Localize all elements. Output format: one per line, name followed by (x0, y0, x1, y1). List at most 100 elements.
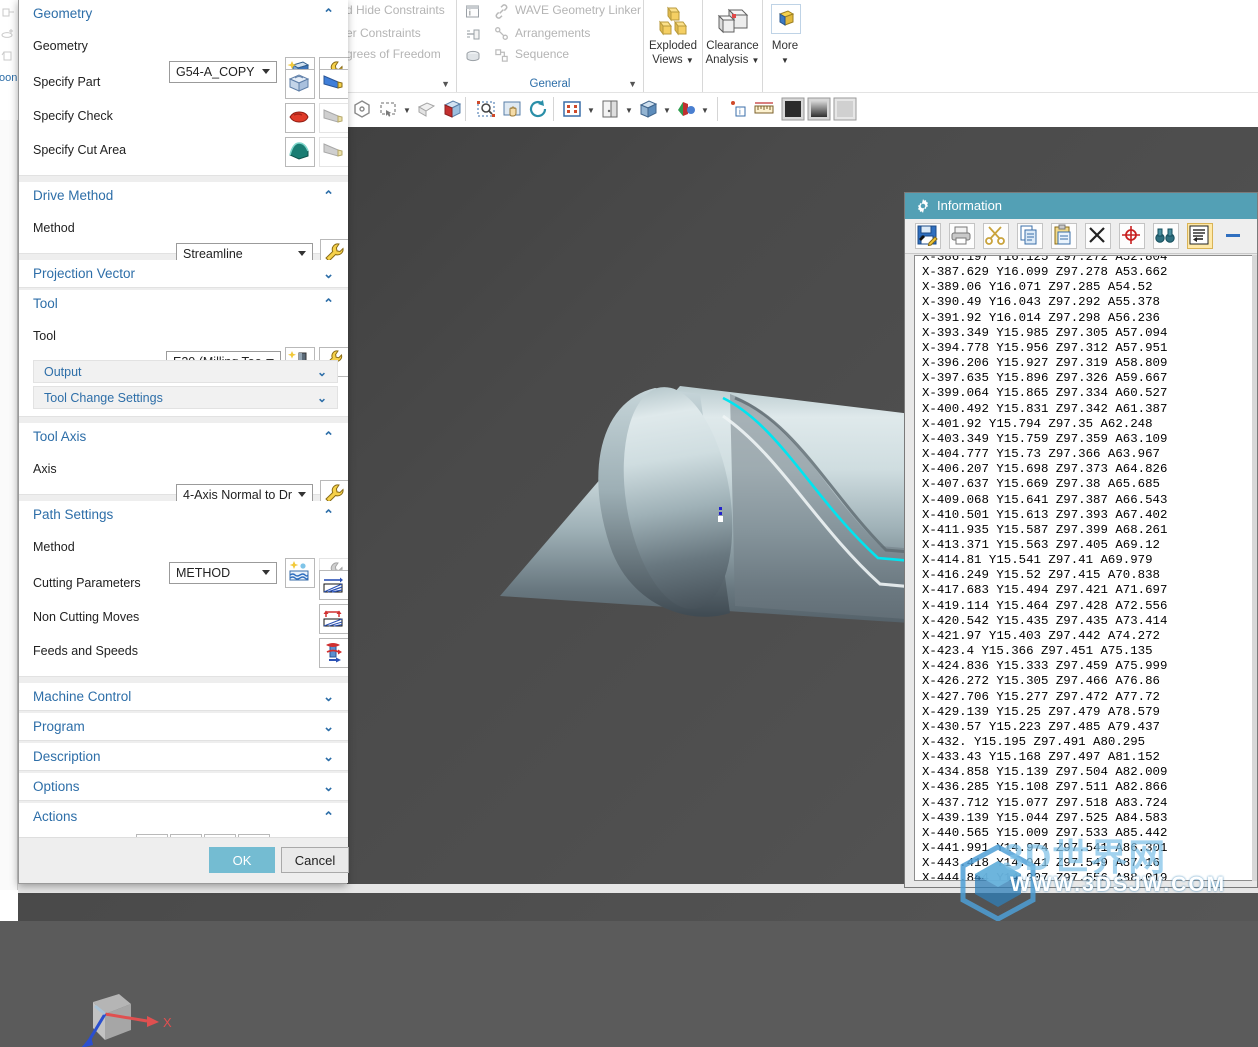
mill-operation-dialog[interactable]: Geometry ⌃ Geometry G54-A_COPY Specify P… (18, 0, 349, 884)
constraint-icon-3[interactable] (1, 49, 15, 63)
chevron-up-icon[interactable]: ⌃ (323, 803, 334, 830)
chevron-down-icon[interactable]: ⌄ (323, 713, 334, 740)
copy-button[interactable] (1017, 223, 1043, 249)
section-description[interactable]: Description ⌄ (19, 743, 348, 771)
background-light-icon[interactable] (833, 97, 857, 121)
chevron-up-icon[interactable]: ⌃ (323, 182, 334, 209)
row-cutting-parameters[interactable]: Cutting Parameters (19, 568, 348, 602)
view-toolbar[interactable]: ▼ ▼ ▼ ▼ ▼ i (345, 92, 1258, 127)
find-button[interactable] (1153, 223, 1179, 249)
measure-icon[interactable] (753, 98, 775, 120)
orient-dropdown-caret[interactable]: ▼ (625, 106, 633, 115)
chevron-down-icon[interactable] (298, 251, 306, 256)
section-header-geometry[interactable]: Geometry ⌃ (19, 0, 348, 27)
info-point-icon[interactable]: i (727, 98, 749, 120)
clearance-analysis-button[interactable]: Clearance Analysis ▼ (703, 0, 763, 92)
chevron-up-icon[interactable]: ⌃ (323, 423, 334, 450)
row-specify-cut-area[interactable]: Specify Cut Area (19, 135, 348, 169)
section-program[interactable]: Program ⌄ (19, 713, 348, 741)
paste-button[interactable] (1051, 223, 1077, 249)
chevron-down-icon[interactable]: ⌄ (317, 361, 327, 384)
chevron-down-icon[interactable]: ⌄ (317, 387, 327, 410)
ribbon-tab-clipped-label[interactable]: oon (0, 72, 17, 84)
visual-style-icon[interactable] (675, 98, 697, 120)
section-header-machine-control[interactable]: Machine Control ⌄ (19, 683, 348, 710)
constraint-icon-2[interactable] (1, 27, 15, 41)
row-tool[interactable]: Tool E20 (Milling Too (19, 317, 348, 377)
cancel-button[interactable]: Cancel (281, 847, 349, 873)
row-specify-part[interactable]: Specify Part (19, 67, 348, 101)
ribbon-item-hide-constraints[interactable]: d Hide Constraints (346, 3, 445, 17)
dialog-scroll-area[interactable]: Geometry ⌃ Geometry G54-A_COPY Specify P… (19, 0, 348, 838)
shade-dropdown-caret[interactable]: ▼ (663, 106, 671, 115)
section-actions[interactable]: Actions ⌃ 5 5 (19, 803, 348, 838)
chevron-down-icon[interactable]: ⌄ (323, 743, 334, 770)
constraint-icon-1[interactable] (1, 5, 15, 19)
section-header-path-settings[interactable]: Path Settings ⌃ (19, 501, 348, 528)
section-tool-axis[interactable]: Tool Axis ⌃ Axis 4-Axis Normal to Dr (19, 423, 348, 510)
row-specify-check[interactable]: Specify Check (19, 101, 348, 135)
section-header-tool-axis[interactable]: Tool Axis ⌃ (19, 423, 348, 450)
section-drive-method[interactable]: Drive Method ⌃ Method Streamline (19, 182, 348, 269)
chevron-up-icon[interactable]: ⌃ (323, 290, 334, 317)
chevron-up-icon[interactable]: ⌃ (323, 0, 334, 27)
row-non-cutting-moves[interactable]: Non Cutting Moves (19, 602, 348, 636)
section-tool[interactable]: Tool ⌃ Tool E20 (Milling Too (19, 290, 348, 417)
background-gradient-icon[interactable] (807, 97, 831, 121)
specify-check-button[interactable] (285, 103, 315, 133)
pan-icon[interactable] (501, 98, 523, 120)
section-header-drive-method[interactable]: Drive Method ⌃ (19, 182, 348, 209)
render-cube-icon[interactable] (441, 98, 463, 120)
ribbon-group-constraints[interactable]: d Hide Constraints er Constraints grees … (345, 0, 457, 92)
ok-button[interactable]: OK (209, 847, 275, 873)
fit-view-icon[interactable] (561, 98, 583, 120)
section-path-settings[interactable]: Path Settings ⌃ Method METHOD Cutting Pa… (19, 501, 348, 677)
background-dark-icon[interactable] (781, 97, 805, 121)
link-node-icon[interactable] (465, 26, 481, 42)
save-button[interactable] (915, 223, 941, 249)
shaded-cube-icon[interactable] (637, 98, 659, 120)
target-button[interactable] (1119, 223, 1145, 249)
print-button[interactable] (949, 223, 975, 249)
section-header-tool[interactable]: Tool ⌃ (19, 290, 348, 317)
specify-part-button[interactable] (285, 69, 315, 99)
section-header-actions[interactable]: Actions ⌃ (19, 803, 348, 830)
section-header-options[interactable]: Options ⌄ (19, 773, 348, 800)
information-title-bar[interactable]: Information (905, 193, 1257, 219)
ribbon-item-degrees-of-freedom[interactable]: grees of Freedom (346, 47, 441, 61)
information-window[interactable]: Information X-386.197 Y16.125 Z97.272 A5… (904, 192, 1258, 888)
select-dropdown-caret[interactable]: ▼ (403, 106, 411, 115)
chevron-up-icon[interactable]: ⌃ (323, 501, 334, 528)
cut-button[interactable] (983, 223, 1009, 249)
chevron-down-icon[interactable]: ⌄ (323, 683, 334, 710)
select-part-tool-button[interactable] (319, 69, 348, 99)
word-wrap-button[interactable] (1187, 223, 1213, 249)
exploded-views-button[interactable]: Exploded Views ▼ (644, 0, 703, 92)
information-scrollbar[interactable] (1252, 255, 1257, 881)
zoom-window-icon[interactable] (475, 98, 497, 120)
chevron-down-icon[interactable]: ⌄ (323, 260, 334, 287)
orient-view-icon[interactable] (599, 98, 621, 120)
more-button-icon-frame[interactable] (771, 4, 801, 34)
section-geometry[interactable]: Geometry ⌃ Geometry G54-A_COPY Specify P… (19, 0, 348, 176)
rectangle-select-icon[interactable] (377, 98, 399, 120)
dialog-footer[interactable]: OK Cancel (19, 837, 349, 883)
minimize-button[interactable] (1221, 223, 1247, 249)
section-projection-vector[interactable]: Projection Vector ⌄ (19, 260, 348, 288)
more-button[interactable]: More ▼ (763, 0, 807, 92)
subsection-output[interactable]: Output ⌄ (33, 360, 338, 383)
stack-icon[interactable] (465, 48, 481, 64)
information-text-area[interactable]: X-386.197 Y16.125 Z97.272 A52.804 X-387.6… (914, 255, 1254, 881)
feeds-and-speeds-button[interactable] (319, 638, 348, 668)
ribbon-item-other-constraints[interactable]: er Constraints (346, 26, 421, 40)
more-caret[interactable]: ▼ (763, 54, 807, 67)
row-path-method[interactable]: Method METHOD (19, 528, 348, 588)
row-tool-axis[interactable]: Axis 4-Axis Normal to Dr (19, 450, 348, 510)
section-machine-control[interactable]: Machine Control ⌄ (19, 683, 348, 711)
info-box-icon[interactable]: i (465, 4, 481, 20)
section-options[interactable]: Options ⌄ (19, 773, 348, 801)
delete-button[interactable] (1085, 223, 1111, 249)
row-drive-method[interactable]: Method Streamline (19, 209, 348, 269)
non-cutting-moves-button[interactable] (319, 604, 348, 634)
chevron-down-icon[interactable]: ⌄ (323, 773, 334, 800)
